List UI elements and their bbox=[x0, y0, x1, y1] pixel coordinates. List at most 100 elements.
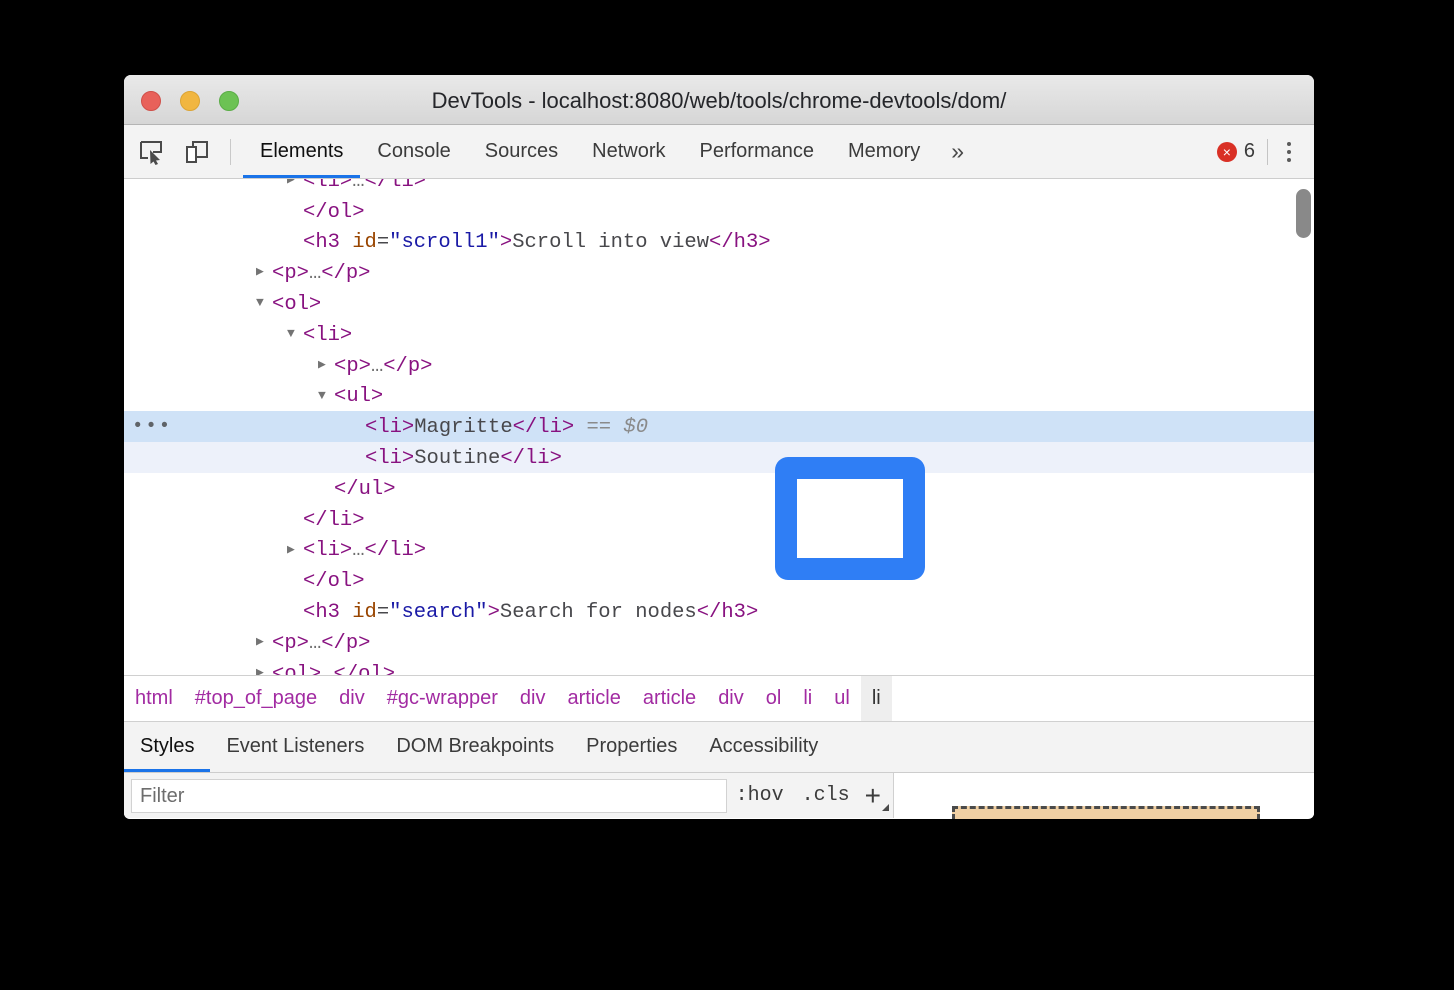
sidebar-tab-dom-breakpoints[interactable]: DOM Breakpoints bbox=[380, 722, 570, 772]
tab-sources[interactable]: Sources bbox=[468, 125, 575, 178]
dom-node-row[interactable]: ▼<li> bbox=[124, 319, 1314, 350]
inspect-element-icon[interactable] bbox=[132, 133, 170, 171]
node-token-tag: h3 bbox=[721, 601, 746, 624]
expand-triangle-right-icon[interactable]: ▶ bbox=[256, 627, 271, 658]
devtools-window: DevTools - localhost:8080/web/tools/chro… bbox=[124, 75, 1314, 819]
node-token-txt: Search for nodes bbox=[500, 601, 697, 624]
dom-node-row[interactable]: <h3 id="search">Search for nodes</h3> bbox=[124, 596, 1314, 627]
dom-node-row[interactable]: </li> bbox=[124, 504, 1314, 535]
expand-triangle-down-icon[interactable]: ▼ bbox=[287, 319, 302, 350]
dom-tree-panel[interactable]: ▶<li>…</li> </ol> <h3 id="scroll1">Scrol… bbox=[124, 179, 1314, 675]
expand-triangle-right-icon[interactable]: ▶ bbox=[318, 350, 333, 381]
dom-node-row[interactable]: ▼<ul> bbox=[124, 381, 1314, 412]
node-overflow-dots[interactable]: ••• bbox=[132, 411, 172, 442]
node-token-punc: > bbox=[746, 601, 758, 624]
dom-node-row[interactable]: ▶<li>…</li> bbox=[124, 179, 1314, 196]
kebab-menu-icon[interactable] bbox=[1274, 135, 1304, 169]
node-token-punc: > bbox=[352, 509, 364, 532]
breadcrumb-item-div[interactable]: div bbox=[328, 676, 376, 721]
expand-triangle-down-icon[interactable]: ▼ bbox=[318, 381, 333, 412]
breadcrumb-item-div[interactable]: div bbox=[509, 676, 557, 721]
tree-indent-spacer bbox=[287, 596, 302, 627]
tab-elements[interactable]: Elements bbox=[243, 125, 360, 178]
expand-triangle-right-icon[interactable]: ▶ bbox=[256, 257, 271, 288]
dom-node-row[interactable]: <h3 id="scroll1">Scroll into view</h3> bbox=[124, 227, 1314, 258]
tree-indent-spacer bbox=[318, 473, 333, 504]
box-model-area bbox=[894, 773, 1314, 818]
tab-memory[interactable]: Memory bbox=[831, 125, 937, 178]
node-token-punc: > bbox=[500, 231, 512, 254]
node-token-attrn: id bbox=[352, 231, 377, 254]
node-token-tag: p bbox=[346, 262, 358, 285]
breadcrumb-item-article[interactable]: article bbox=[556, 676, 631, 721]
cls-toggle-button[interactable]: .cls bbox=[793, 773, 859, 818]
dom-node-row[interactable]: ••• <li>Magritte</li> == $0 bbox=[124, 411, 1314, 442]
more-tabs-chevron-icon[interactable]: » bbox=[937, 140, 978, 163]
new-style-rule-button[interactable]: + bbox=[859, 774, 893, 817]
node-token-punc: > bbox=[358, 262, 370, 285]
tab-network[interactable]: Network bbox=[575, 125, 682, 178]
breadcrumb-item-ul[interactable]: ul bbox=[823, 676, 861, 721]
tab-performance[interactable]: Performance bbox=[683, 125, 832, 178]
scrollbar-thumb[interactable] bbox=[1296, 189, 1311, 238]
node-token-punc: < bbox=[272, 293, 284, 316]
hov-toggle-button[interactable]: :hov bbox=[727, 773, 793, 818]
node-token-attrv: "search" bbox=[389, 601, 487, 624]
dom-node-row[interactable]: ▶<p>…</p> bbox=[124, 257, 1314, 288]
node-token-tag: li bbox=[537, 416, 562, 439]
dom-node-row[interactable]: ▼<ol> bbox=[124, 288, 1314, 319]
toolbar-vertical-divider bbox=[1267, 139, 1268, 165]
node-token-eq: == $0 bbox=[574, 416, 648, 439]
sidebar-tab-properties[interactable]: Properties bbox=[570, 722, 693, 772]
breadcrumb-item-ol[interactable]: ol bbox=[755, 676, 793, 721]
dom-node-row[interactable]: <li>Soutine</li> bbox=[124, 442, 1314, 473]
breadcrumb-item-li[interactable]: li bbox=[861, 676, 892, 721]
node-token-ell: … bbox=[321, 663, 333, 675]
node-token-tag: ol bbox=[284, 663, 309, 675]
node-token-punc: > bbox=[414, 539, 426, 562]
breadcrumb-item-div[interactable]: div bbox=[707, 676, 755, 721]
sidebar-tab-accessibility[interactable]: Accessibility bbox=[693, 722, 834, 772]
expand-triangle-right-icon[interactable]: ▶ bbox=[287, 179, 302, 196]
dom-node-row[interactable]: ▶<p>…</p> bbox=[124, 627, 1314, 658]
breadcrumb-item-gcwrapper[interactable]: #gc-wrapper bbox=[376, 676, 509, 721]
filter-input[interactable]: Filter bbox=[131, 779, 727, 813]
node-token-punc: < bbox=[303, 231, 315, 254]
dom-node-row[interactable]: </ol> bbox=[124, 196, 1314, 227]
node-token-punc: > bbox=[340, 179, 352, 193]
device-toolbar-icon[interactable] bbox=[178, 133, 216, 171]
tree-indent-spacer bbox=[287, 504, 302, 535]
dom-node-row[interactable]: </ol> bbox=[124, 565, 1314, 596]
expand-triangle-right-icon[interactable]: ▶ bbox=[287, 535, 302, 566]
error-count-badge[interactable]: × 6 bbox=[1217, 140, 1255, 163]
sidebar-tab-event-listeners[interactable]: Event Listeners bbox=[210, 722, 380, 772]
tab-console[interactable]: Console bbox=[360, 125, 467, 178]
dom-tree-scrollbar[interactable] bbox=[1296, 189, 1311, 675]
node-token-txt: = bbox=[377, 601, 389, 624]
dom-node-row[interactable]: ▶<p>…</p> bbox=[124, 350, 1314, 381]
node-token-tag: p bbox=[346, 632, 358, 655]
dom-node-row[interactable]: ▶<li>…</li> bbox=[124, 535, 1314, 566]
breadcrumb-item-html[interactable]: html bbox=[124, 676, 184, 721]
node-token-txt: = bbox=[377, 231, 389, 254]
dom-node-row[interactable]: ▶<ol>…</ol> bbox=[124, 658, 1314, 675]
breadcrumb-item-topofpage[interactable]: #top_of_page bbox=[184, 676, 328, 721]
expand-triangle-down-icon[interactable]: ▼ bbox=[256, 288, 271, 319]
node-token-punc: </ bbox=[365, 539, 390, 562]
dom-node-row[interactable]: </ul> bbox=[124, 473, 1314, 504]
breadcrumb-item-article[interactable]: article bbox=[632, 676, 707, 721]
node-token-tag: li bbox=[377, 447, 402, 470]
sidebar-tab-styles[interactable]: Styles bbox=[124, 722, 210, 772]
node-token-punc: </ bbox=[303, 201, 328, 224]
breadcrumb-item-li[interactable]: li bbox=[792, 676, 823, 721]
node-token-punc: > bbox=[371, 385, 383, 408]
toolbar-right-group: × 6 bbox=[1217, 135, 1314, 169]
node-token-punc: > bbox=[488, 601, 500, 624]
node-token-punc: > bbox=[297, 262, 309, 285]
node-token-tag: li bbox=[389, 539, 414, 562]
node-token-txt: Scroll into view bbox=[512, 231, 709, 254]
expand-triangle-right-icon[interactable]: ▶ bbox=[256, 658, 271, 675]
node-token-txt: Magritte bbox=[414, 416, 512, 439]
node-token-punc: < bbox=[272, 663, 284, 675]
node-token-tag: ol bbox=[328, 201, 353, 224]
